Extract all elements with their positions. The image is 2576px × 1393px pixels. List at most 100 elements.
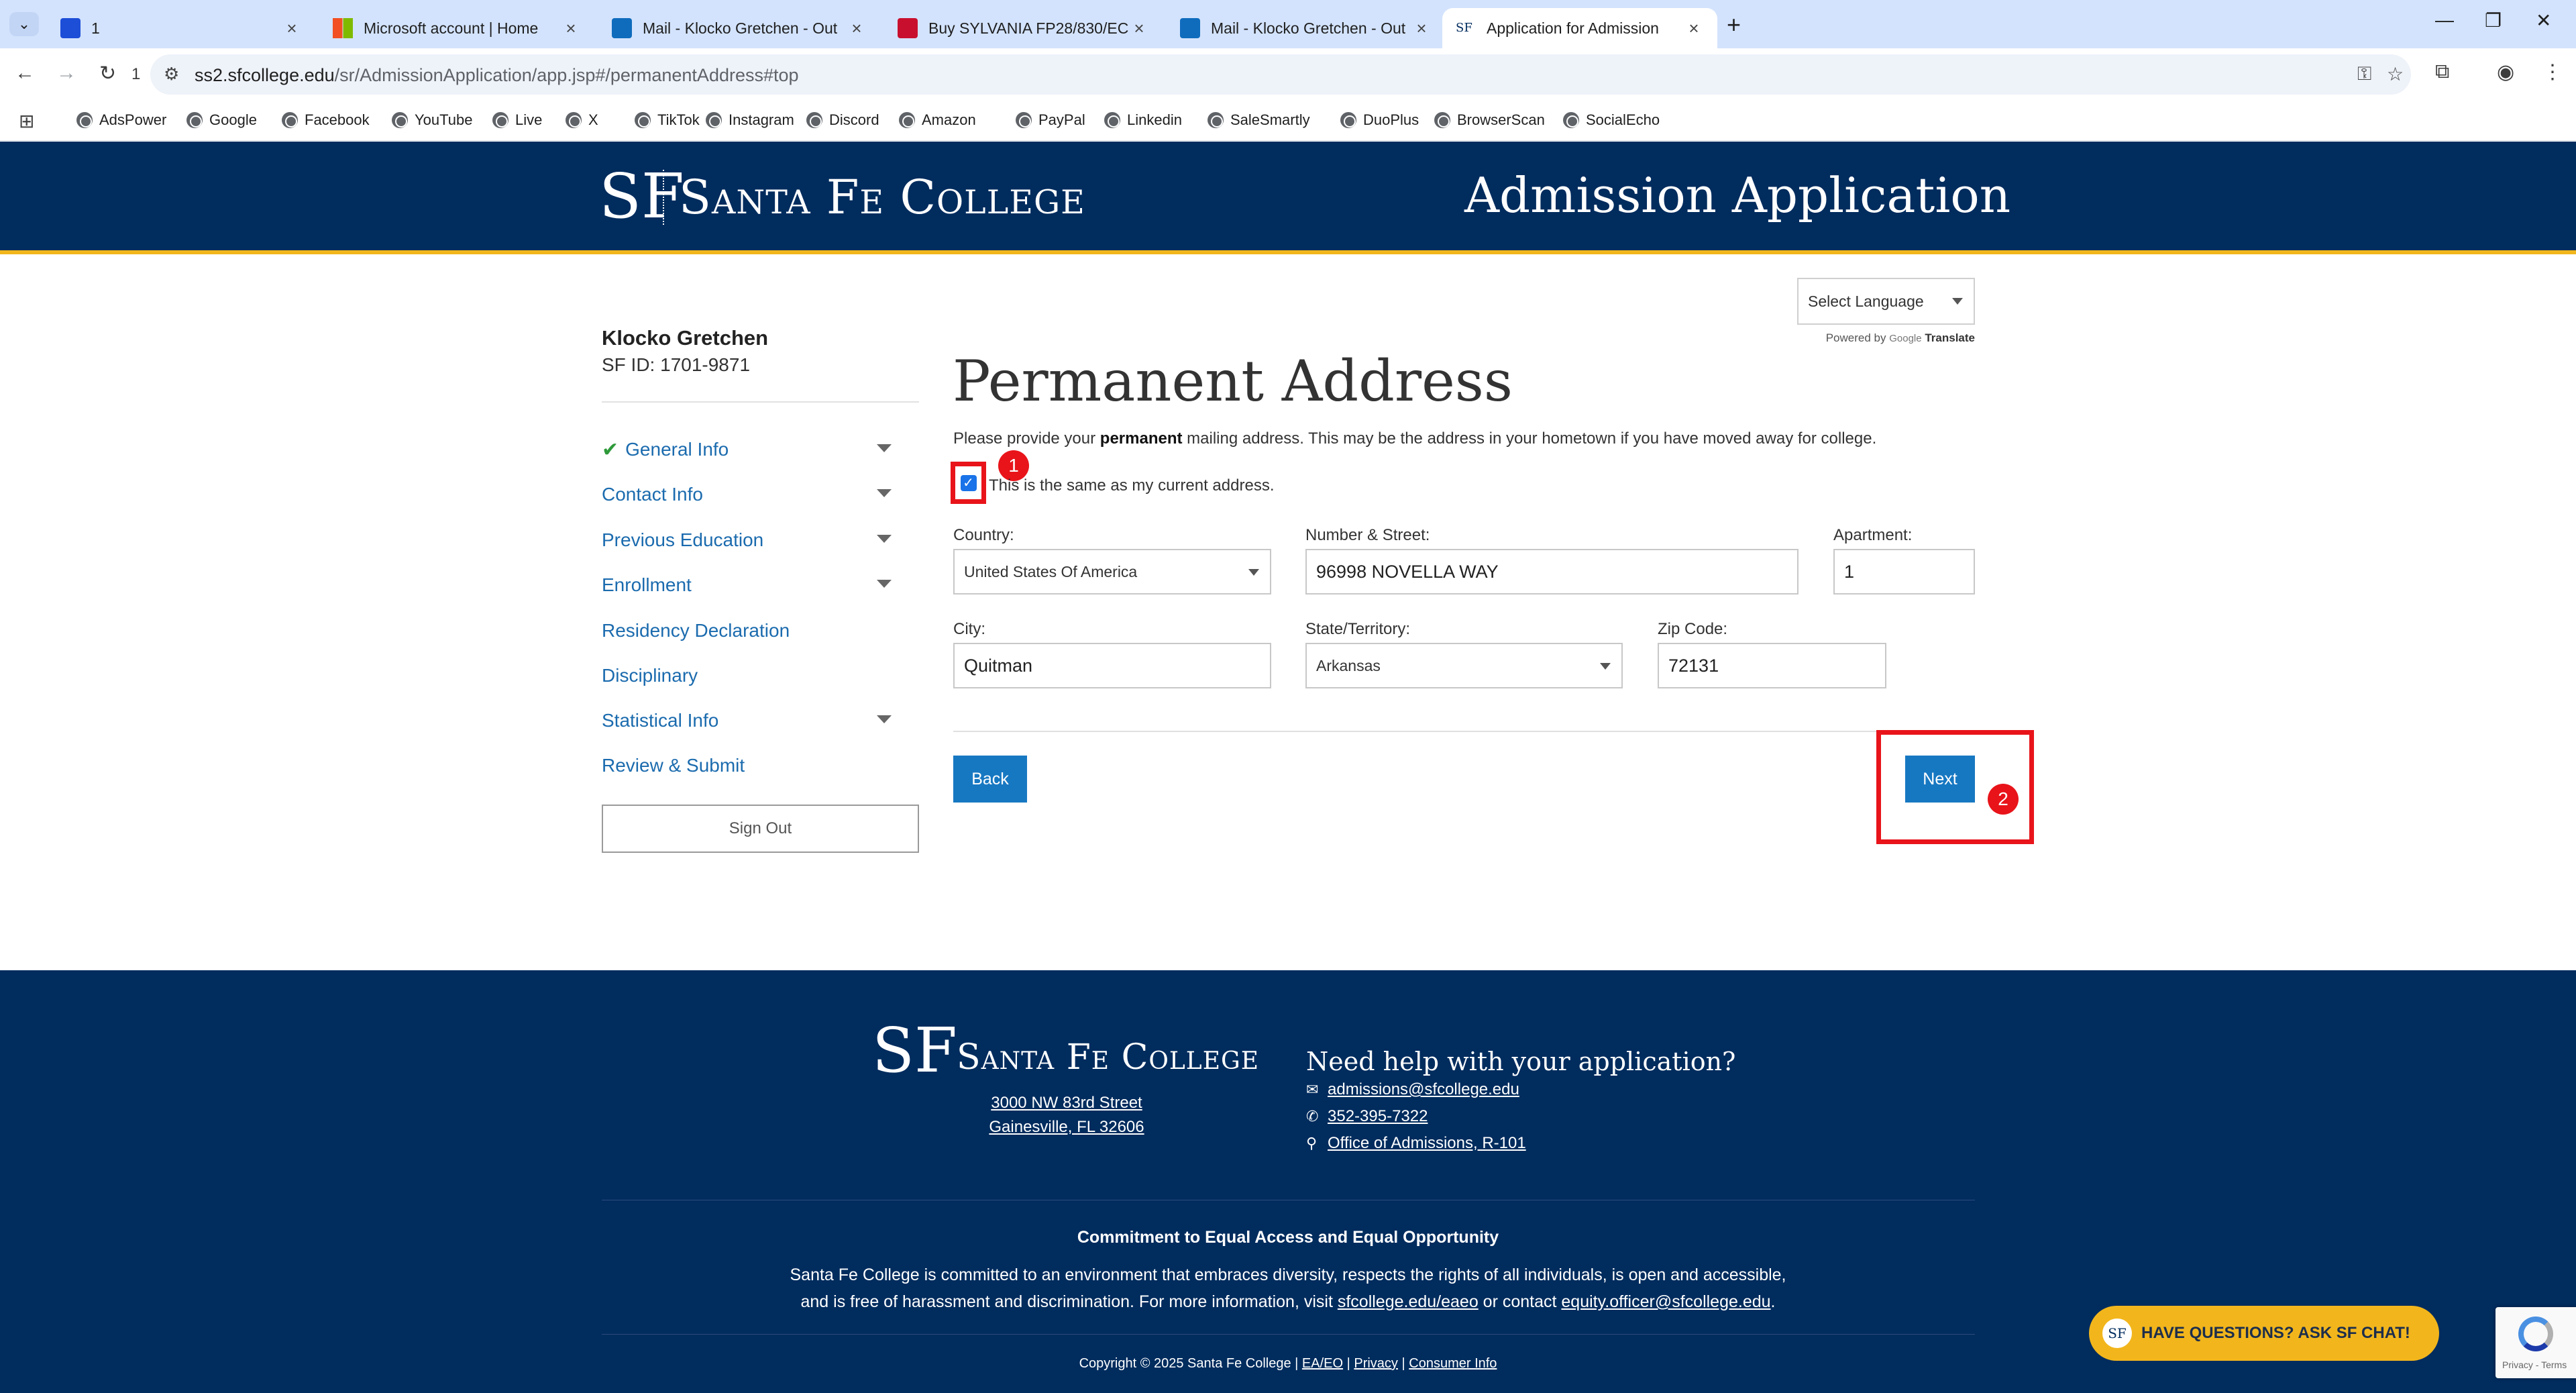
globe-icon: [1340, 112, 1356, 128]
apps-grid-icon[interactable]: ⊞: [19, 110, 34, 132]
sf-chat-button[interactable]: SF HAVE QUESTIONS? ASK SF CHAT!: [2089, 1306, 2439, 1361]
chevron-down-icon[interactable]: [877, 444, 892, 452]
sidebar-item-contact-info[interactable]: Contact Info: [602, 481, 904, 508]
globe-icon: [186, 112, 203, 128]
sidebar-item-residency-declaration[interactable]: Residency Declaration: [602, 617, 904, 644]
help-phone[interactable]: ✆ 352-395-7322: [1306, 1107, 1428, 1126]
bookmark-amazon[interactable]: Amazon: [899, 111, 976, 129]
eaeo-footer-link[interactable]: EA/EO: [1302, 1356, 1343, 1371]
tab-title: 1: [91, 19, 100, 37]
dropdown-arrow-icon: [1952, 298, 1963, 305]
next-button[interactable]: Next: [1905, 756, 1975, 803]
sidebar-item-disciplinary[interactable]: Disciplinary: [602, 662, 904, 689]
sidebar-item-statistical-info[interactable]: Statistical Info: [602, 707, 904, 734]
password-key-icon[interactable]: ⚿: [2357, 63, 2371, 85]
recaptcha-terms[interactable]: Privacy - Terms: [2502, 1359, 2567, 1370]
bookmark-star-icon[interactable]: ☆: [2387, 63, 2404, 85]
country-label: Country:: [953, 526, 1014, 544]
recaptcha-badge[interactable]: Privacy - Terms: [2496, 1307, 2576, 1378]
bookmark-paypal[interactable]: PayPal: [1016, 111, 1085, 129]
sidebar-item-general-info[interactable]: ✔ General Info: [602, 436, 904, 463]
forward-arrow-icon[interactable]: →: [56, 62, 76, 85]
browser-menu-icon[interactable]: ⋮: [2542, 60, 2563, 84]
profile-icon[interactable]: ◉: [2497, 60, 2514, 84]
privacy-link[interactable]: Privacy: [1354, 1356, 1398, 1371]
chevron-down-icon[interactable]: [877, 489, 892, 497]
tab-close-icon[interactable]: ×: [282, 18, 302, 39]
bookmark-google[interactable]: Google: [186, 111, 257, 129]
tab-close-icon[interactable]: ×: [561, 18, 581, 39]
chevron-down-icon[interactable]: [877, 580, 892, 588]
close-window-icon[interactable]: ✕: [2536, 9, 2551, 32]
tab-search-chevron-icon[interactable]: ⌄: [9, 12, 39, 36]
site-settings-icon[interactable]: ⚙: [164, 64, 179, 85]
street-input[interactable]: 96998 NOVELLA WAY: [1305, 549, 1799, 595]
language-select[interactable]: Select Language: [1797, 278, 1975, 325]
address-bar[interactable]: ⚙ ss2.sfcollege.edu/sr/AdmissionApplicat…: [150, 54, 2411, 95]
same-address-checkbox[interactable]: ✓: [960, 474, 977, 491]
tab-close-icon[interactable]: ×: [847, 18, 867, 39]
browser-tab-bar: ⌄ 1 × Microsoft account | Home × Mail - Kloc…: [0, 0, 2576, 48]
footer-address-line1[interactable]: 3000 NW 83rd Street: [926, 1094, 1208, 1113]
footer-address-line2[interactable]: Gainesville, FL 32606: [926, 1118, 1208, 1137]
bookmark-x[interactable]: X: [566, 111, 598, 129]
browser-tab[interactable]: Microsoft account | Home ×: [319, 8, 594, 48]
bookmark-duoplus[interactable]: DuoPlus: [1340, 111, 1419, 129]
sign-out-button[interactable]: Sign Out: [602, 805, 919, 853]
zip-input[interactable]: 72131: [1658, 643, 1886, 688]
bookmark-salesmartly[interactable]: SaleSmartly: [1208, 111, 1310, 129]
sidebar-item-previous-education[interactable]: Previous Education: [602, 527, 904, 554]
new-tab-plus-icon[interactable]: +: [1727, 11, 1741, 39]
eaeo-link[interactable]: sfcollege.edu/eaeo: [1338, 1292, 1479, 1311]
browser-tab[interactable]: Mail - Klocko Gretchen - Out ×: [598, 8, 880, 48]
restore-icon[interactable]: ❐: [2485, 9, 2502, 32]
browser-tab[interactable]: SF Application for Admission ×: [1442, 8, 1717, 48]
help-office[interactable]: ⚲ Office of Admissions, R-101: [1306, 1134, 1526, 1153]
chevron-down-icon[interactable]: [877, 715, 892, 723]
reload-icon[interactable]: ↻: [99, 62, 116, 85]
tab-title: Buy SYLVANIA FP28/830/ECO: [928, 19, 1129, 37]
bookmark-facebook[interactable]: Facebook: [282, 111, 370, 129]
tab-favicon-icon: SF: [1456, 21, 1472, 35]
globe-icon: [806, 112, 822, 128]
globe-icon: [1208, 112, 1224, 128]
browser-tab[interactable]: Buy SYLVANIA FP28/830/ECO ×: [884, 8, 1163, 48]
tab-close-icon[interactable]: ×: [1684, 18, 1704, 39]
chevron-down-icon[interactable]: [877, 535, 892, 543]
back-arrow-icon[interactable]: ←: [15, 62, 35, 85]
bookmark-adspower[interactable]: AdsPower: [76, 111, 166, 129]
bookmark-instagram[interactable]: Instagram: [706, 111, 794, 129]
dropdown-arrow-icon: [1600, 663, 1611, 670]
tab-close-icon[interactable]: ×: [1129, 18, 1149, 39]
consumer-info-link[interactable]: Consumer Info: [1409, 1356, 1497, 1371]
globe-icon: [492, 112, 508, 128]
browser-tab[interactable]: Mail - Klocko Gretchen - Out ×: [1167, 8, 1445, 48]
minimize-icon[interactable]: —: [2435, 9, 2454, 31]
sidebar-item-review-submit[interactable]: Review & Submit: [602, 752, 904, 779]
bookmark-youtube[interactable]: YouTube: [392, 111, 472, 129]
sidebar-item-label: Contact Info: [602, 484, 703, 505]
country-select[interactable]: United States Of America: [953, 549, 1271, 595]
sidebar-item-enrollment[interactable]: Enrollment: [602, 572, 904, 599]
bookmark-live[interactable]: Live: [492, 111, 542, 129]
header-logo-wordmark[interactable]: Santa Fe College: [679, 170, 1085, 225]
same-address-label[interactable]: This is the same as my current address.: [989, 476, 1274, 495]
bookmark-linkedin[interactable]: Linkedin: [1104, 111, 1182, 129]
help-email[interactable]: ✉ admissions@sfcollege.edu: [1306, 1080, 1519, 1099]
extensions-icon[interactable]: ⧉: [2435, 60, 2449, 83]
translate-link[interactable]: Translate: [1925, 331, 1975, 344]
state-select[interactable]: Arkansas: [1305, 643, 1623, 688]
browser-tab[interactable]: 1 ×: [47, 8, 315, 48]
bookmark-discord[interactable]: Discord: [806, 111, 879, 129]
recaptcha-icon: [2518, 1317, 2553, 1351]
footer-logo-wordmark: Santa Fe College: [957, 1037, 1260, 1078]
bookmark-socialecho[interactable]: SocialEcho: [1563, 111, 1660, 129]
header-logo-mark[interactable]: SF: [599, 160, 684, 232]
back-button[interactable]: Back: [953, 756, 1027, 803]
bookmark-tiktok[interactable]: TikTok: [635, 111, 700, 129]
tab-close-icon[interactable]: ×: [1411, 18, 1432, 39]
equity-officer-link[interactable]: equity.officer@sfcollege.edu: [1561, 1292, 1770, 1311]
apartment-input[interactable]: 1: [1833, 549, 1975, 595]
bookmark-browserscan[interactable]: BrowserScan: [1434, 111, 1545, 129]
city-input[interactable]: Quitman: [953, 643, 1271, 688]
